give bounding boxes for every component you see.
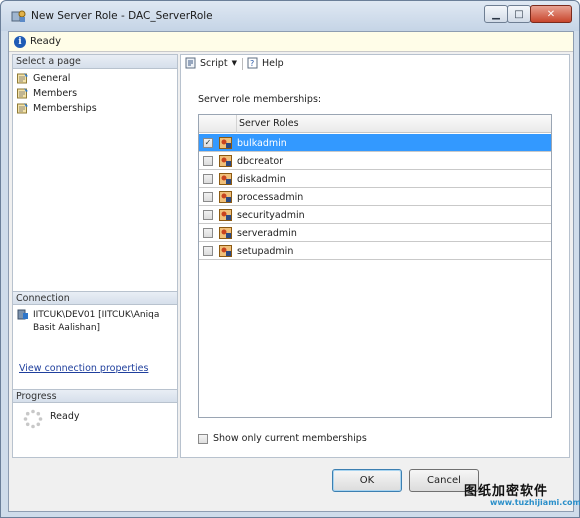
table-row[interactable]: serveradmin [199,224,551,242]
page-item-label: General [33,72,71,84]
server-icon [17,309,28,320]
view-connection-properties-link[interactable]: View connection properties [19,363,148,374]
watermark-text: 图纸加密软件 [464,484,549,499]
page-item-memberships[interactable]: Memberships [17,101,97,115]
progress-status: Ready [50,411,80,422]
role-icon [219,191,232,203]
role-name: setupadmin [237,246,294,257]
info-icon: i [14,36,26,48]
role-checkbox[interactable] [203,174,213,184]
page-item-general[interactable]: General [17,71,70,85]
role-name: dbcreator [237,156,284,167]
role-icon [219,137,232,149]
left-pane: Select a page General Members Membership… [12,54,178,458]
table-row[interactable]: processadmin [199,188,551,206]
role-checkbox[interactable] [203,210,213,220]
page-icon [17,72,28,83]
svg-text:?: ? [250,59,254,68]
show-only-label: Show only current memberships [213,433,367,444]
role-name: diskadmin [237,174,286,185]
connection-line1: IITCUK\DEV01 [IITCUK\Aniqa [33,310,160,320]
table-row[interactable]: diskadmin [199,170,551,188]
role-name: bulkadmin [237,138,287,149]
script-icon [185,57,196,69]
ok-button[interactable]: OK [332,469,402,492]
role-icon [219,245,232,257]
minimize-button[interactable]: ▁ [484,5,508,23]
role-icon [219,155,232,167]
dialog-window: New Server Role - DAC_ServerRole ▁ □ ✕ i… [0,0,580,518]
watermark-url: www.tuzhijiami.com [490,498,580,507]
show-only-checkbox[interactable] [198,433,208,444]
grid-header: Server Roles [199,115,551,133]
maximize-button[interactable]: □ [507,5,531,23]
role-checkbox[interactable] [203,192,213,202]
help-button[interactable]: ? Help [247,57,284,69]
server-role-icon [11,10,26,22]
role-icon [219,227,232,239]
grid-header-checkbox-column [199,115,237,133]
table-row[interactable]: setupadmin [199,242,551,260]
show-only-current-memberships[interactable]: Show only current memberships [198,433,367,444]
table-row[interactable]: dbcreator [199,152,551,170]
page-item-label: Memberships [33,102,97,114]
help-icon: ? [247,57,258,69]
page-item-members[interactable]: Members [17,86,77,100]
column-header-server-roles[interactable]: Server Roles [239,118,299,129]
connection-header: Connection [13,291,177,305]
table-row[interactable]: securityadmin [199,206,551,224]
table-row[interactable]: ✓ bulkadmin [199,134,551,152]
status-bar: i Ready [9,32,573,52]
right-pane: Script ▼ ? Help Server role memberships:… [180,54,570,458]
select-page-header: Select a page [13,55,177,69]
role-checkbox[interactable] [203,246,213,256]
chevron-down-icon: ▼ [231,59,237,67]
script-label: Script [200,57,228,69]
progress-header: Progress [13,389,177,403]
close-button[interactable]: ✕ [530,5,572,23]
role-name: serveradmin [237,228,297,239]
dialog-client-area: i Ready Select a page General Members Me… [8,31,574,512]
page-item-label: Members [33,87,78,99]
role-name: processadmin [237,192,304,203]
page-icon [17,102,28,113]
title-bar[interactable]: New Server Role - DAC_ServerRole ▁ □ ✕ [1,1,579,31]
page-icon [17,87,28,98]
role-checkbox[interactable]: ✓ [203,138,213,148]
connection-line2: Basit Aalishan] [33,323,101,333]
toolbar-separator [242,58,243,70]
role-icon [219,173,232,185]
status-text: Ready [30,36,62,47]
role-name: securityadmin [237,210,305,221]
connection-info: IITCUK\DEV01 [IITCUK\Aniqa [17,309,159,320]
toolbar: Script ▼ ? Help [181,55,569,73]
help-label: Help [262,57,284,69]
section-label: Server role memberships: [198,94,322,105]
role-checkbox[interactable] [203,156,213,166]
role-icon [219,209,232,221]
window-title: New Server Role - DAC_ServerRole [31,10,213,22]
script-button[interactable]: Script ▼ [185,57,237,69]
progress-spinner-icon [23,409,43,429]
server-roles-grid: Server Roles ✓ bulkadmin dbcreator diska… [198,114,552,418]
role-checkbox[interactable] [203,228,213,238]
watermark-logo: 图纸加密软件 www.tuzhijiami.com [464,480,580,514]
